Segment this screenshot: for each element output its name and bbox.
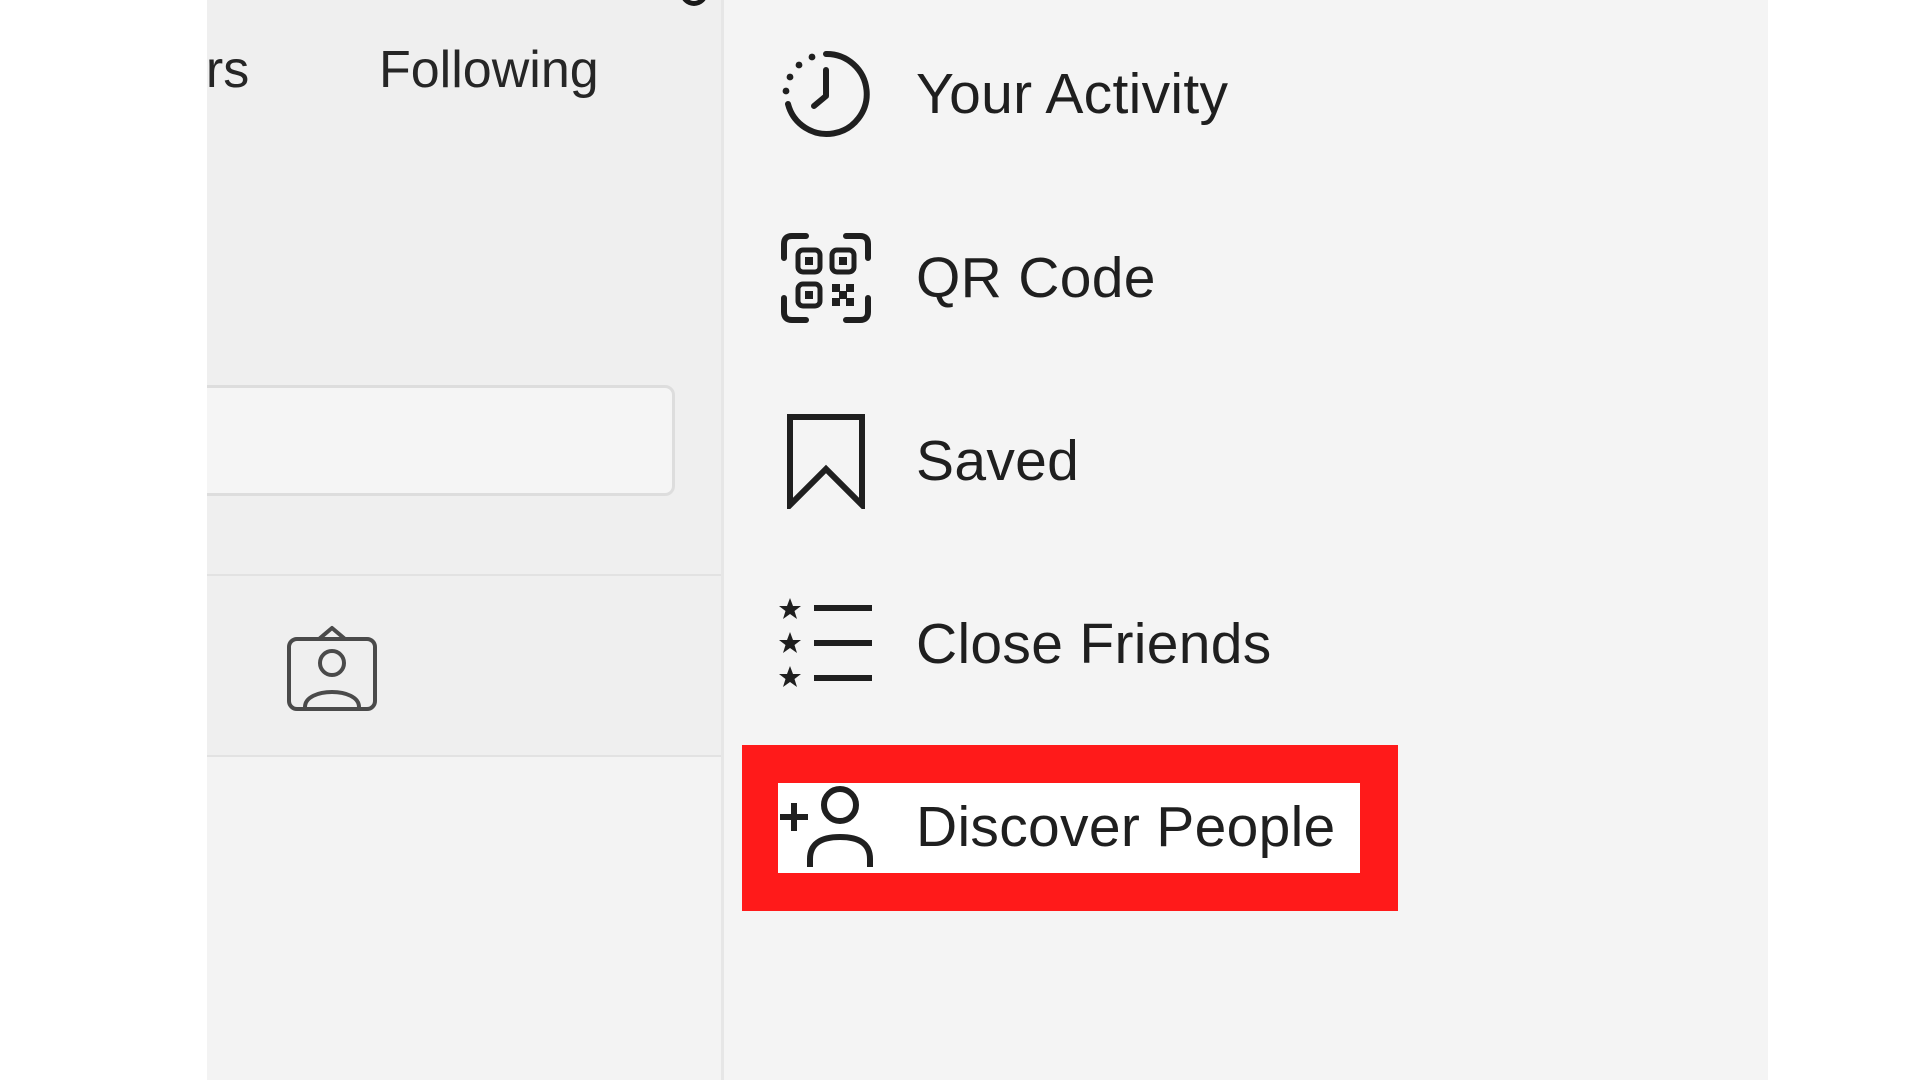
menu-item-label: Discover People — [916, 795, 1336, 859]
following-stat-label[interactable]: Following — [379, 38, 599, 102]
menu-item-qr-code[interactable]: QR Code — [778, 228, 1156, 328]
profile-content-area — [207, 757, 721, 1080]
add-person-icon — [778, 779, 874, 875]
bookmark-icon — [778, 413, 874, 509]
menu-item-label: Your Activity — [916, 62, 1229, 126]
menu-item-saved[interactable]: Saved — [778, 411, 1079, 511]
cropped-count-digit — [680, 0, 708, 6]
edit-profile-button[interactable] — [207, 385, 675, 496]
menu-item-your-activity[interactable]: Your Activity — [778, 44, 1228, 144]
tab-tagged[interactable] — [282, 620, 382, 715]
tagged-person-icon — [287, 625, 377, 711]
qr-code-icon — [778, 230, 874, 326]
followers-stat-label[interactable]: ers — [207, 38, 249, 102]
settings-menu: Your Activity QR Code Saved Close Friend… — [724, 0, 1768, 1080]
menu-item-label: Saved — [916, 429, 1080, 493]
activity-clock-icon — [778, 46, 874, 142]
star-list-icon — [778, 596, 874, 692]
menu-item-close-friends[interactable]: Close Friends — [778, 594, 1272, 694]
screenshot-stage: ers Following — [0, 0, 1920, 1080]
menu-item-label: QR Code — [916, 246, 1156, 310]
profile-panel: ers Following — [207, 0, 721, 1080]
menu-item-label: Close Friends — [916, 612, 1272, 676]
menu-item-discover-people[interactable]: Discover People — [778, 777, 1336, 877]
